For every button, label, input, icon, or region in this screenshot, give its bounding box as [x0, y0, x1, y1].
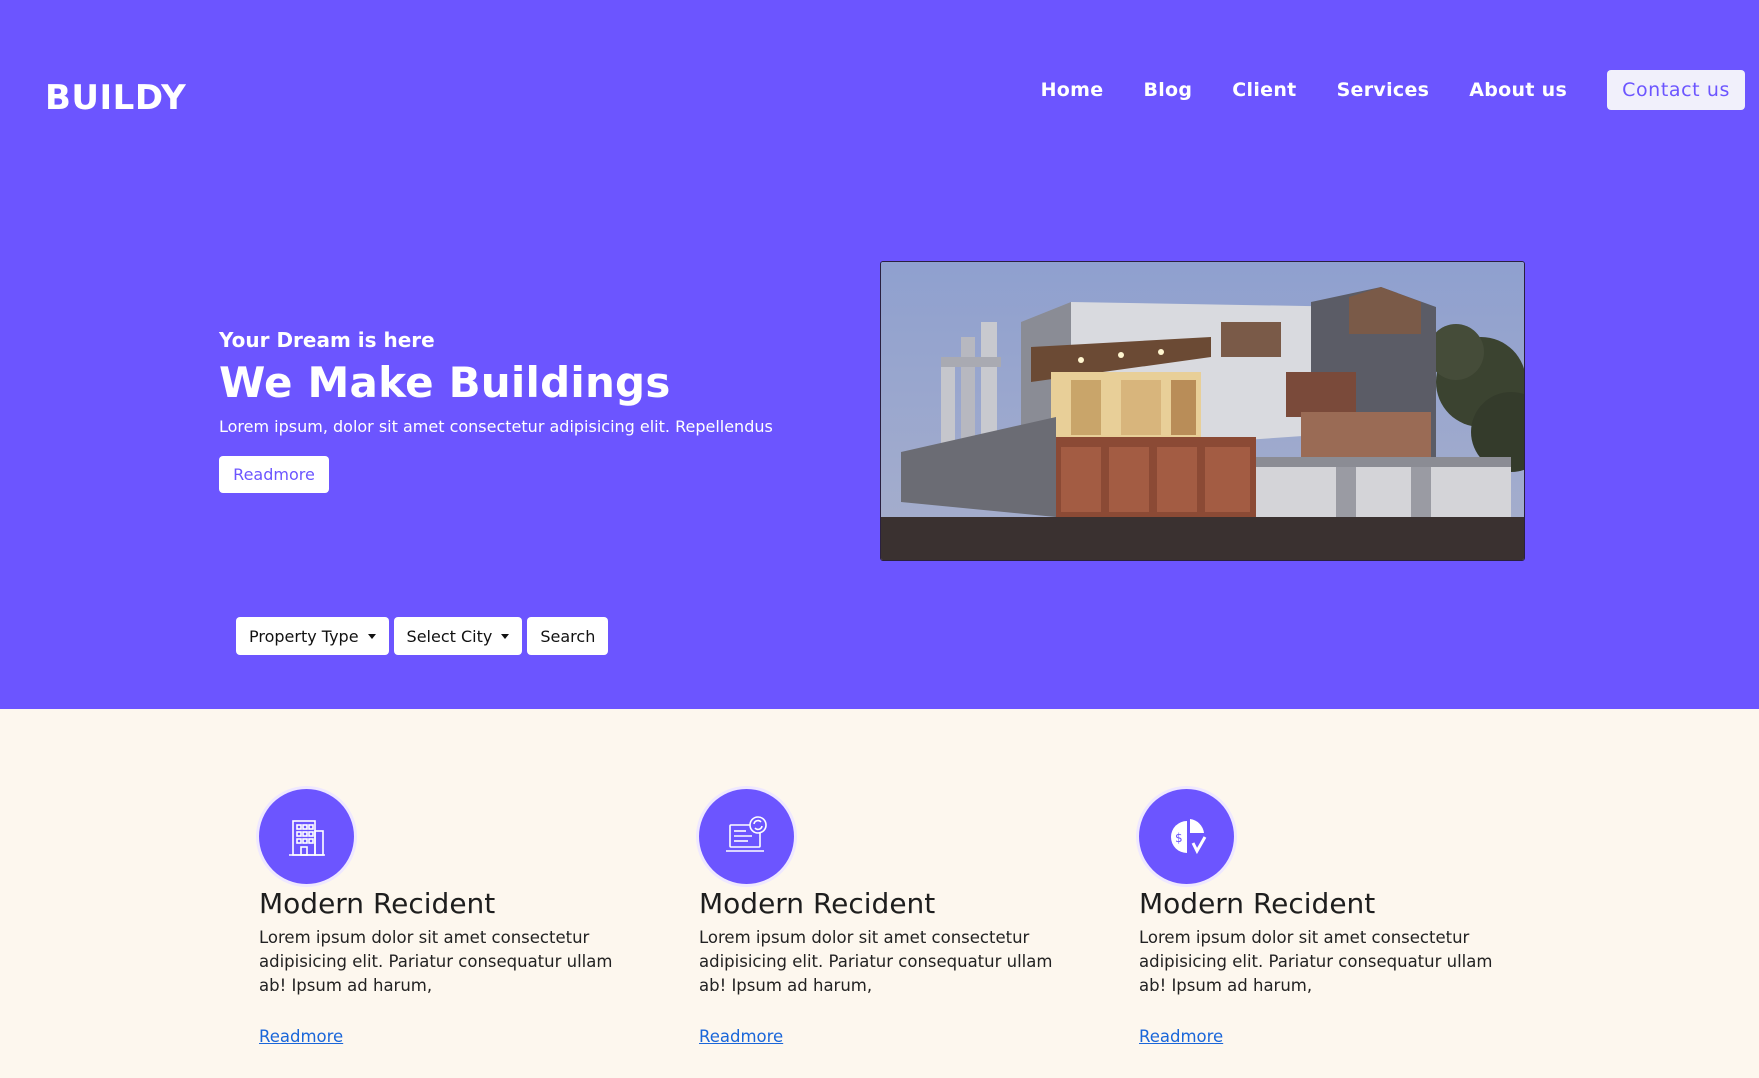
nav-services[interactable]: Services [1337, 79, 1430, 101]
building-photo [880, 261, 1525, 561]
feature-card: Modern Recident Lorem ipsum dolor sit am… [259, 789, 619, 1046]
hero-readmore-button[interactable]: Readmore [219, 456, 329, 493]
hero-headline: We Make Buildings [219, 358, 671, 407]
feature-readmore-link[interactable]: Readmore [699, 1027, 783, 1046]
caret-down-icon [501, 633, 510, 639]
nav-blog[interactable]: Blog [1143, 79, 1192, 101]
feature-title: Modern Recident [259, 887, 496, 920]
dollar-chart-icon: $ [1139, 789, 1234, 884]
feature-card: $ Modern Recident Lorem ipsum dolor sit … [1139, 789, 1499, 1046]
contact-us-button[interactable]: Contact us [1607, 70, 1745, 110]
nav-client[interactable]: Client [1232, 79, 1296, 101]
nav-home[interactable]: Home [1041, 79, 1104, 101]
property-type-label: Property Type [249, 626, 359, 646]
features-section: Modern Recident Lorem ipsum dolor sit am… [0, 709, 1759, 1078]
feature-text: Lorem ipsum dolor sit amet consectetur a… [699, 928, 1053, 995]
nav-about-us[interactable]: About us [1469, 79, 1567, 101]
main-nav: Home Blog Client Services About us Conta… [1041, 70, 1745, 110]
feature-readmore-link[interactable]: Readmore [259, 1027, 343, 1046]
feature-title: Modern Recident [1139, 887, 1376, 920]
search-button[interactable]: Search [527, 617, 609, 655]
feature-card: Modern Recident Lorem ipsum dolor sit am… [699, 789, 1059, 1046]
hero-section: BUILDY Home Blog Client Services About u… [0, 0, 1759, 709]
caret-down-icon [367, 633, 376, 639]
feature-readmore-link[interactable]: Readmore [1139, 1027, 1223, 1046]
feature-text: Lorem ipsum dolor sit amet consectetur a… [1139, 928, 1493, 995]
feature-text: Lorem ipsum dolor sit amet consectetur a… [259, 928, 613, 995]
laptop-sync-icon [699, 789, 794, 884]
hero-lead: Lorem ipsum, dolor sit amet consectetur … [219, 417, 773, 436]
select-city-dropdown[interactable]: Select City [393, 617, 523, 655]
feature-title: Modern Recident [699, 887, 936, 920]
select-city-label: Select City [406, 626, 493, 646]
building-icon [259, 789, 354, 884]
property-type-dropdown[interactable]: Property Type [236, 617, 389, 655]
property-search-bar: Property Type Select City Search [236, 617, 613, 655]
svg-text:$: $ [1175, 831, 1183, 845]
brand-logo[interactable]: BUILDY [45, 78, 186, 118]
hero-tagline: Your Dream is here [219, 328, 435, 352]
